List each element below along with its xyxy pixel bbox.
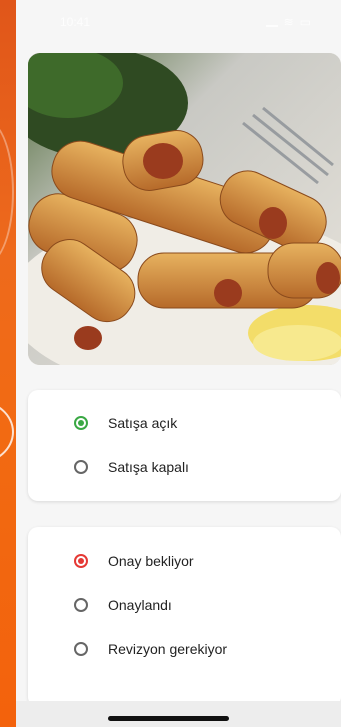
radio-unselected-icon[interactable]: [74, 460, 88, 474]
background-app-edge: [0, 0, 16, 727]
dish-image[interactable]: [28, 53, 341, 365]
radio-option-onaylandi[interactable]: Onaylandı: [74, 597, 172, 613]
home-indicator[interactable]: [108, 716, 229, 721]
decorative-arc: [0, 120, 14, 264]
radio-option-satisa-kapali[interactable]: Satışa kapalı: [74, 459, 189, 475]
status-icons: ≋ ▭: [265, 15, 311, 29]
radio-selected-icon[interactable]: [74, 416, 88, 430]
radio-label: Satışa açık: [108, 415, 178, 431]
radio-unselected-icon[interactable]: [74, 598, 88, 612]
radio-label: Onay bekliyor: [108, 553, 194, 569]
status-bar: 10:41 ≋ ▭: [16, 0, 341, 44]
radio-option-onay-bekliyor[interactable]: Onay bekliyor: [74, 553, 194, 569]
signal-icon: [265, 17, 278, 27]
radio-label: Satışa kapalı: [108, 459, 189, 475]
bottom-safe-area: [16, 701, 341, 727]
radio-option-revizyon-gerekiyor[interactable]: Revizyon gerekiyor: [74, 641, 227, 657]
radio-label: Onaylandı: [108, 597, 172, 613]
radio-selected-icon[interactable]: [74, 554, 88, 568]
radio-label: Revizyon gerekiyor: [108, 641, 228, 657]
decorative-arc: [0, 400, 14, 464]
status-time: 10:41: [60, 15, 91, 29]
approval-status-card: Onay bekliyor Onaylandı Revizyon gerekiy…: [28, 527, 341, 707]
radio-option-satisa-acik[interactable]: Satışa açık: [74, 415, 177, 431]
bottom-sheet: 10:41 ≋ ▭ Satışa açık Satışa kapalı Onay…: [16, 0, 341, 727]
radio-unselected-icon[interactable]: [74, 642, 88, 656]
wifi-icon: ≋: [283, 15, 294, 29]
sale-status-card: Satışa açık Satışa kapalı: [28, 390, 341, 501]
battery-icon: ▭: [299, 15, 311, 29]
